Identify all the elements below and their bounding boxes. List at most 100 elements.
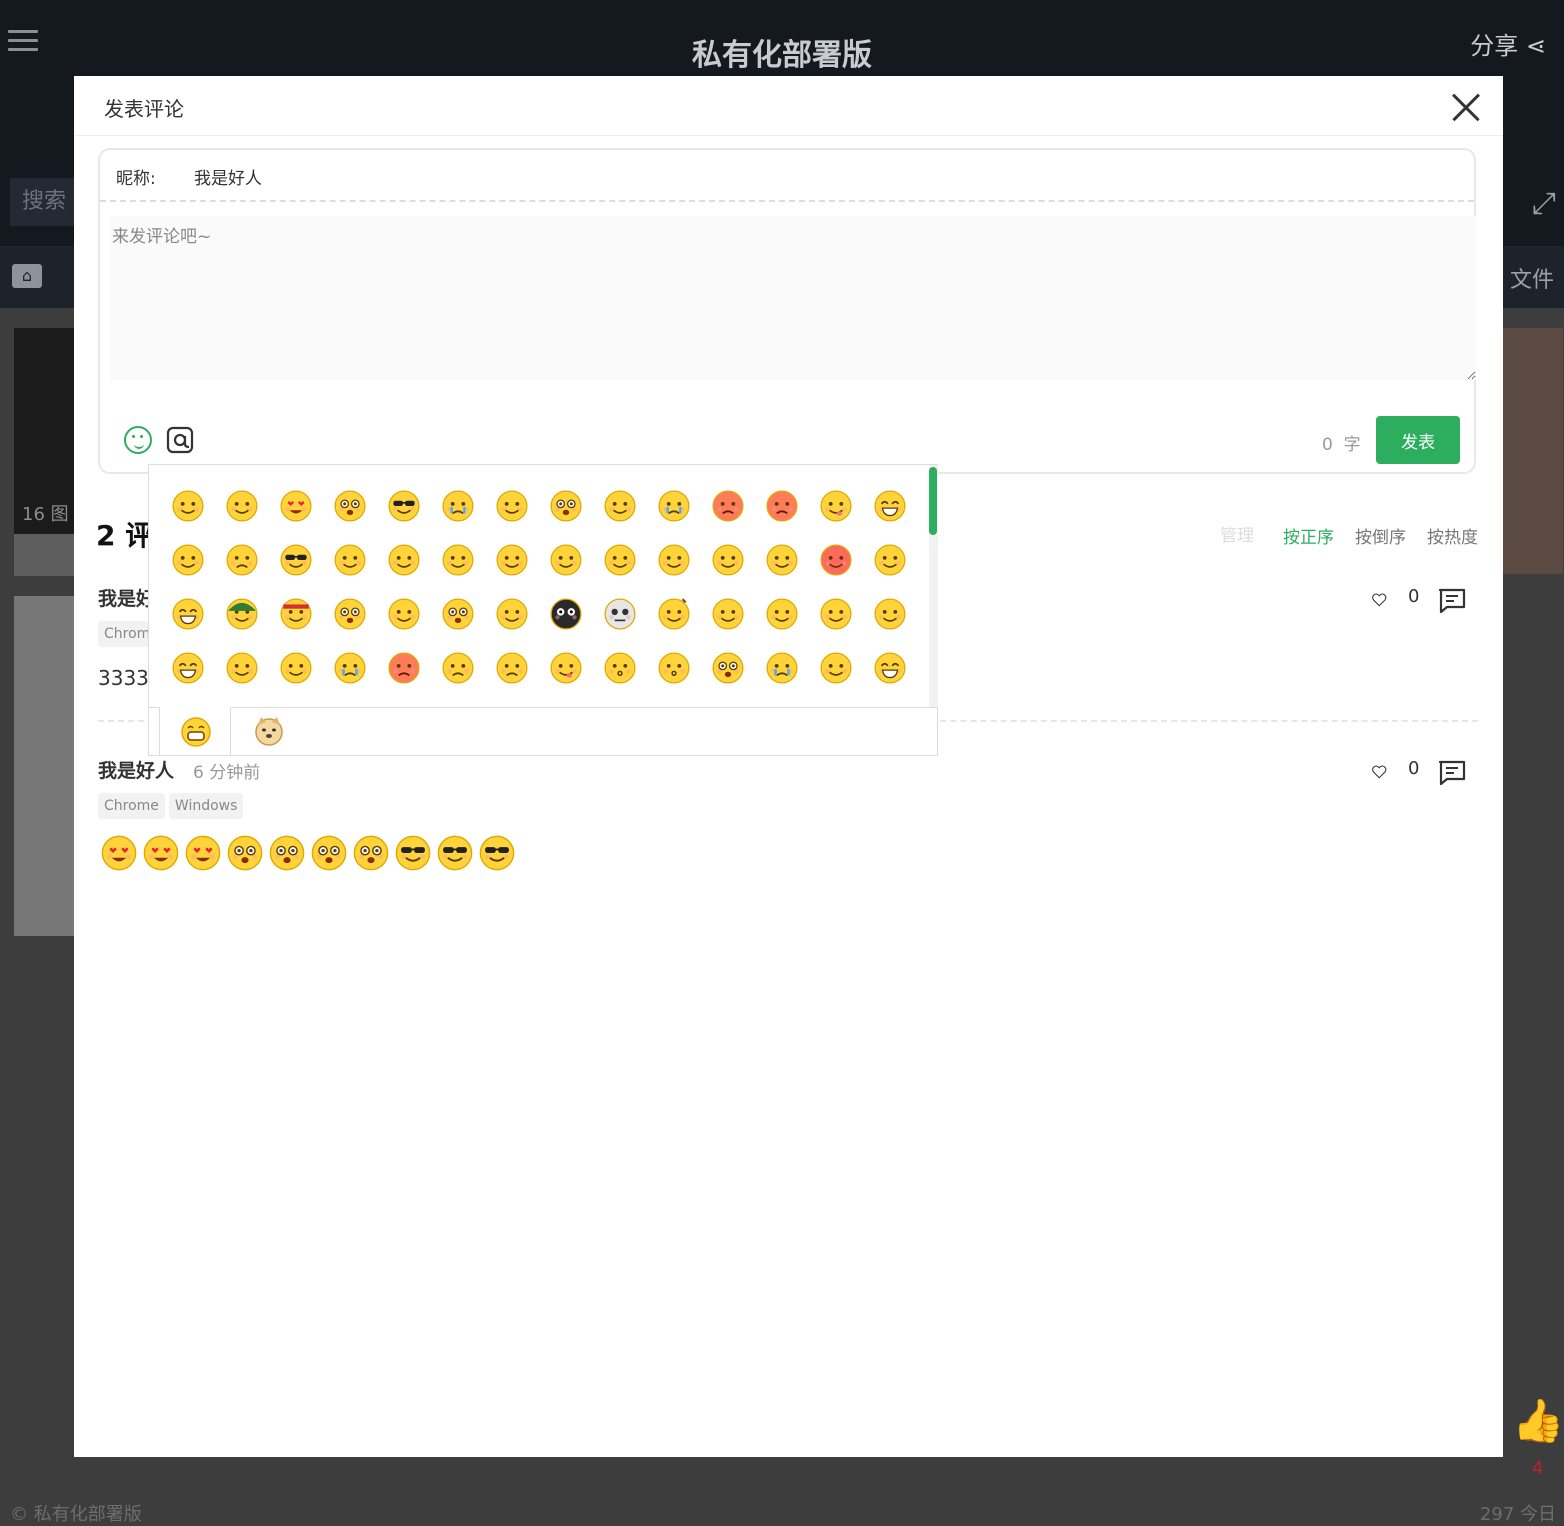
skull-emoji-icon[interactable] (603, 597, 637, 631)
poop-emoji-icon[interactable] (657, 597, 691, 631)
cool-emoji-icon (436, 834, 474, 872)
furious-emoji-icon[interactable] (765, 489, 799, 523)
shy-emoji-icon[interactable] (225, 651, 259, 685)
sulk-emoji-icon[interactable] (441, 651, 475, 685)
thumbs-up-icon[interactable]: 👍 (1512, 1396, 1564, 1446)
tired-emoji-icon[interactable] (765, 543, 799, 577)
submit-button[interactable]: 发表 (1376, 416, 1460, 464)
kiss-emoji-icon[interactable] (603, 651, 637, 685)
heart-eyes-emoji-icon[interactable] (279, 489, 313, 523)
tongue-emoji-icon[interactable] (819, 489, 853, 523)
reply-icon[interactable] (1438, 760, 1466, 786)
gallery-thumbnail-2[interactable] (14, 596, 74, 936)
snicker-emoji-icon[interactable] (495, 543, 529, 577)
bug-emoji-icon[interactable] (549, 597, 583, 631)
pout-emoji-icon[interactable] (279, 651, 313, 685)
weep-emoji-icon[interactable] (333, 651, 367, 685)
sort-hot-tab[interactable]: 按热度 (1427, 523, 1478, 548)
dizzy-emoji-icon[interactable] (441, 597, 475, 631)
char-count-unit: 字 (1343, 435, 1361, 455)
files-link[interactable]: 文件 (1510, 262, 1554, 294)
vomit-emoji-icon[interactable] (387, 543, 421, 577)
comment-author[interactable]: 我是好人 (98, 756, 174, 783)
close-icon[interactable] (1451, 92, 1481, 122)
bashful-emoji-icon[interactable] (225, 489, 259, 523)
shocked-drool-emoji-icon[interactable] (333, 489, 367, 523)
grin-emoji-icon[interactable] (873, 489, 907, 523)
thumbnail-count: 16 图 (22, 504, 69, 525)
doge-emoji-tab[interactable] (233, 707, 305, 756)
heart-icon[interactable] (1372, 586, 1400, 614)
nickname-input[interactable] (192, 160, 596, 192)
grin-icon (181, 717, 211, 747)
cool-emoji-icon[interactable] (387, 489, 421, 523)
gallery-thumbnail[interactable]: 16 图 (14, 328, 74, 576)
mention-icon[interactable] (166, 426, 194, 454)
emoji-picker (148, 464, 938, 756)
nickname-label: 昵称: (116, 169, 156, 189)
expand-icon[interactable]: ⤢ (1532, 186, 1556, 221)
anger-emoji-icon[interactable] (387, 651, 421, 685)
relieved-emoji-icon[interactable] (333, 543, 367, 577)
laugh-emoji-icon[interactable] (171, 597, 205, 631)
cry-emoji-icon[interactable] (765, 651, 799, 685)
smile-2-emoji-icon[interactable] (711, 543, 745, 577)
sleepy-emoji-icon[interactable] (603, 489, 637, 523)
sad-emoji-icon[interactable] (225, 543, 259, 577)
comment-textarea[interactable] (110, 216, 1476, 380)
emoji-scrollbar[interactable] (929, 465, 938, 707)
smirk-emoji-icon[interactable] (873, 543, 907, 577)
embarrassed-emoji-icon[interactable] (441, 543, 475, 577)
annoyed-emoji-icon[interactable] (495, 489, 529, 523)
think-emoji-icon[interactable] (711, 597, 745, 631)
manage-link[interactable]: 管理 (1220, 521, 1254, 546)
share-button[interactable]: 分享 ⋖ (1470, 26, 1546, 61)
shocked-drool-emoji-icon (268, 834, 306, 872)
sweat-emoji-icon[interactable] (873, 597, 907, 631)
sigh-emoji-icon[interactable] (819, 597, 853, 631)
emoji-scroll-thumb[interactable] (929, 467, 937, 535)
comment-like-count: 0 (1408, 758, 1420, 779)
dizzy-red-emoji-icon[interactable] (819, 543, 853, 577)
sad-2-emoji-icon[interactable] (495, 651, 529, 685)
speechless-emoji-icon[interactable] (549, 543, 583, 577)
surprised-emoji-icon[interactable] (171, 543, 205, 577)
heart-icon[interactable] (1372, 758, 1400, 786)
char-counter: 0 字 (1322, 430, 1361, 455)
shocked-emoji-icon[interactable] (333, 597, 367, 631)
giggle-emoji-icon[interactable] (171, 651, 205, 685)
shocked-drool-emoji-icon (226, 834, 264, 872)
footer-copyright: © 私有化部署版 (10, 1504, 142, 1525)
curious-emoji-icon[interactable] (603, 543, 637, 577)
kiss-2-emoji-icon[interactable] (657, 651, 691, 685)
scared-emoji-icon[interactable] (711, 651, 745, 685)
cry-loud-emoji-icon[interactable] (441, 489, 475, 523)
awkward-emoji-icon[interactable] (657, 543, 691, 577)
plain-smile-emoji-icon[interactable] (819, 651, 853, 685)
reply-icon[interactable] (1438, 588, 1466, 614)
tears-of-joy-emoji-icon[interactable] (873, 651, 907, 685)
angry-red-emoji-icon[interactable] (711, 489, 745, 523)
comment-author[interactable]: 我是好 (98, 584, 155, 611)
comments-count: 2 评 (96, 519, 154, 552)
sunglasses-emoji-icon[interactable] (279, 543, 313, 577)
shush-emoji-icon[interactable] (387, 597, 421, 631)
emoji-icon[interactable] (124, 426, 152, 454)
frustrated-emoji-icon[interactable] (495, 597, 529, 631)
gallery-thumbnail-3[interactable] (1503, 328, 1563, 574)
like-count: 4 (1532, 1458, 1544, 1479)
classic-emoji-tab[interactable] (159, 707, 231, 756)
smile-emoji-icon[interactable] (171, 489, 205, 523)
yawn-emoji-icon[interactable] (765, 597, 799, 631)
heart-eyes-emoji-icon (142, 834, 180, 872)
sort-ascending-tab[interactable]: 按正序 (1283, 523, 1334, 548)
wink-smirk-emoji-icon[interactable] (549, 651, 583, 685)
cross-eyed-emoji-icon[interactable] (549, 489, 583, 523)
home-folder-icon[interactable]: ⌂ (12, 264, 42, 288)
headband-emoji-icon[interactable] (279, 597, 313, 631)
modal-title: 发表评论 (104, 97, 184, 121)
sort-descending-tab[interactable]: 按倒序 (1355, 523, 1406, 548)
army-cap-emoji-icon[interactable] (225, 597, 259, 631)
sob-emoji-icon[interactable] (657, 489, 691, 523)
comment-time: 6 分钟前 (193, 763, 261, 783)
